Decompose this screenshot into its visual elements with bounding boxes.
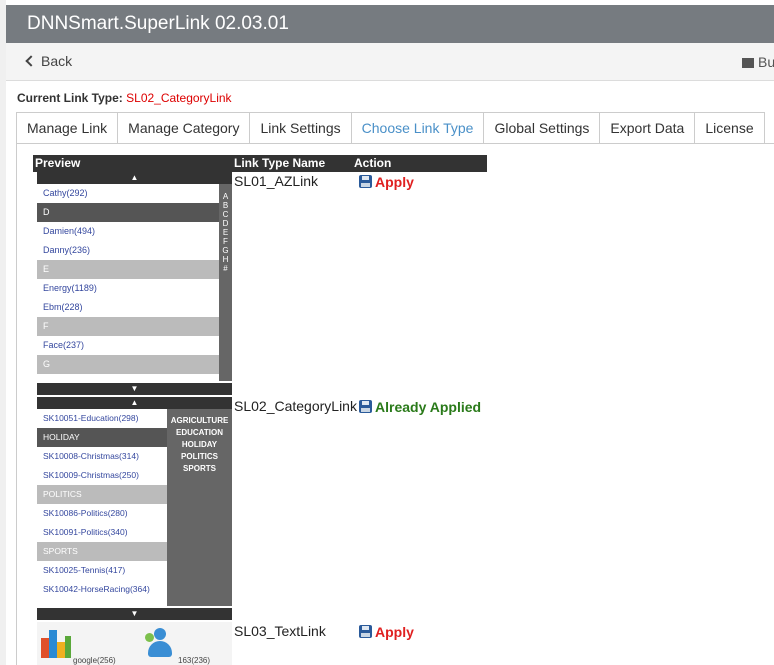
category-entry: AGRICULTURE bbox=[170, 416, 229, 425]
list-item: SK10042-HorseRacing(364) bbox=[37, 580, 167, 599]
category-entry: POLITICS bbox=[181, 452, 218, 461]
tab-choose-link-type[interactable]: Choose Link Type bbox=[351, 112, 485, 144]
save-icon bbox=[359, 400, 372, 413]
tab-bar: Manage Link Manage Category Link Setting… bbox=[16, 112, 765, 144]
category-entry: SPORTS bbox=[183, 464, 216, 473]
list-item: F bbox=[37, 317, 219, 336]
page: DNNSmart.SuperLink 02.03.01 Back Bu Curr… bbox=[0, 0, 774, 665]
action-label: Already Applied bbox=[375, 399, 482, 415]
tab-export-data[interactable]: Export Data bbox=[600, 112, 696, 144]
tab-link-settings[interactable]: Link Settings bbox=[250, 112, 352, 144]
link-type-name: SL03_TextLink bbox=[234, 623, 326, 639]
preview-az-link: ▲ Cathy(292) D Damien(494) Danny(236) E … bbox=[37, 172, 232, 395]
scroll-down-arrow: ▼ bbox=[37, 608, 232, 620]
preview-text-link: google(256) 163(236) bbox=[37, 622, 232, 665]
tab-global-settings[interactable]: Global Settings bbox=[484, 112, 601, 144]
bulk-button[interactable]: Bu bbox=[742, 54, 774, 70]
current-link-type: Current Link Type: SL02_CategoryLink bbox=[17, 91, 232, 105]
list-item: Damien(494) bbox=[37, 222, 219, 241]
current-link-type-label: Current Link Type: bbox=[17, 91, 123, 105]
list-item: D bbox=[37, 203, 219, 222]
back-label: Back bbox=[41, 53, 73, 69]
list-item: HOLIDAY bbox=[37, 428, 167, 447]
list-item: SK10086-Politics(280) bbox=[37, 504, 167, 523]
list-item: SK10091-Politics(340) bbox=[37, 523, 167, 542]
action-label: Apply bbox=[375, 624, 414, 640]
category-index: AGRICULTURE EDUCATION HOLIDAY POLITICS S… bbox=[167, 409, 232, 606]
preview-category-link: ▲ SK10051-Education(298) HOLIDAY SK10008… bbox=[37, 397, 232, 620]
alpha-letter: F bbox=[223, 237, 228, 246]
list-icon bbox=[742, 58, 754, 68]
preview-category-list: SK10051-Education(298) HOLIDAY SK10008-C… bbox=[37, 409, 167, 606]
bulk-label: Bu bbox=[758, 54, 774, 70]
alpha-letter: G bbox=[222, 246, 229, 255]
window-title: DNNSmart.SuperLink 02.03.01 bbox=[27, 13, 289, 34]
tab-manage-link[interactable]: Manage Link bbox=[16, 112, 119, 144]
title-bar: DNNSmart.SuperLink 02.03.01 bbox=[6, 5, 774, 43]
action-label: Apply bbox=[375, 174, 414, 190]
list-item: Face(237) bbox=[37, 336, 219, 355]
chevron-left-icon bbox=[25, 55, 37, 67]
preview-az-list: Cathy(292) D Damien(494) Danny(236) E En… bbox=[37, 184, 219, 381]
header-preview: Preview bbox=[35, 156, 81, 170]
alpha-letter: B bbox=[222, 201, 229, 210]
list-item: POLITICS bbox=[37, 485, 167, 504]
category-entry: HOLIDAY bbox=[181, 440, 218, 449]
left-edge bbox=[0, 0, 6, 665]
already-applied-button[interactable]: Already Applied bbox=[359, 399, 481, 415]
list-item: Cathy(292) bbox=[37, 184, 219, 203]
tab-underline bbox=[16, 143, 774, 144]
list-item: SK10051-Education(298) bbox=[37, 409, 167, 428]
alpha-letter: D bbox=[222, 219, 229, 228]
alphabet-index: A B C D E F G H # bbox=[219, 184, 232, 381]
alpha-letter: A bbox=[222, 192, 229, 201]
save-icon bbox=[359, 175, 372, 188]
bar-chart-icon bbox=[41, 630, 71, 658]
list-item: Energy(1189) bbox=[37, 279, 219, 298]
scroll-up-arrow: ▲ bbox=[37, 172, 232, 184]
list-item: SK10008-Christmas(314) bbox=[37, 447, 167, 466]
list-item: SK10025-Tennis(417) bbox=[37, 561, 167, 580]
alpha-letter: H bbox=[222, 255, 229, 264]
preview-text-label: 163(236) bbox=[178, 656, 211, 665]
preview-text-label: google(256) bbox=[73, 656, 116, 665]
table-header: Preview Link Type Name Action bbox=[33, 155, 487, 172]
list-item: Danny(236) bbox=[37, 241, 219, 260]
list-item: SPORTS bbox=[37, 542, 167, 561]
alpha-letter: # bbox=[223, 264, 228, 273]
list-item: E bbox=[37, 260, 219, 279]
list-item: Ebm(228) bbox=[37, 298, 219, 317]
link-type-name: SL02_CategoryLink bbox=[234, 398, 357, 414]
tab-license[interactable]: License bbox=[695, 112, 765, 144]
link-type-name: SL01_AZLink bbox=[234, 173, 319, 189]
tab-manage-category[interactable]: Manage Category bbox=[118, 112, 251, 144]
header-link-type-name: Link Type Name bbox=[234, 156, 326, 170]
category-entry: EDUCATION bbox=[176, 428, 223, 437]
action-bar: Back Bu bbox=[6, 43, 774, 81]
apply-button[interactable]: Apply bbox=[359, 174, 414, 190]
users-icon bbox=[145, 628, 175, 658]
alpha-letter: E bbox=[222, 228, 229, 237]
back-button[interactable]: Back bbox=[25, 53, 73, 69]
header-action: Action bbox=[354, 156, 392, 170]
apply-button[interactable]: Apply bbox=[359, 624, 414, 640]
list-item: G bbox=[37, 355, 219, 374]
save-icon bbox=[359, 625, 372, 638]
list-item: SK10009-Christmas(250) bbox=[37, 466, 167, 485]
panel-border bbox=[16, 143, 17, 665]
scroll-down-arrow: ▼ bbox=[37, 383, 232, 395]
alpha-letter: C bbox=[222, 210, 229, 219]
current-link-type-value: SL02_CategoryLink bbox=[126, 91, 232, 105]
scroll-up-arrow: ▲ bbox=[37, 397, 232, 409]
